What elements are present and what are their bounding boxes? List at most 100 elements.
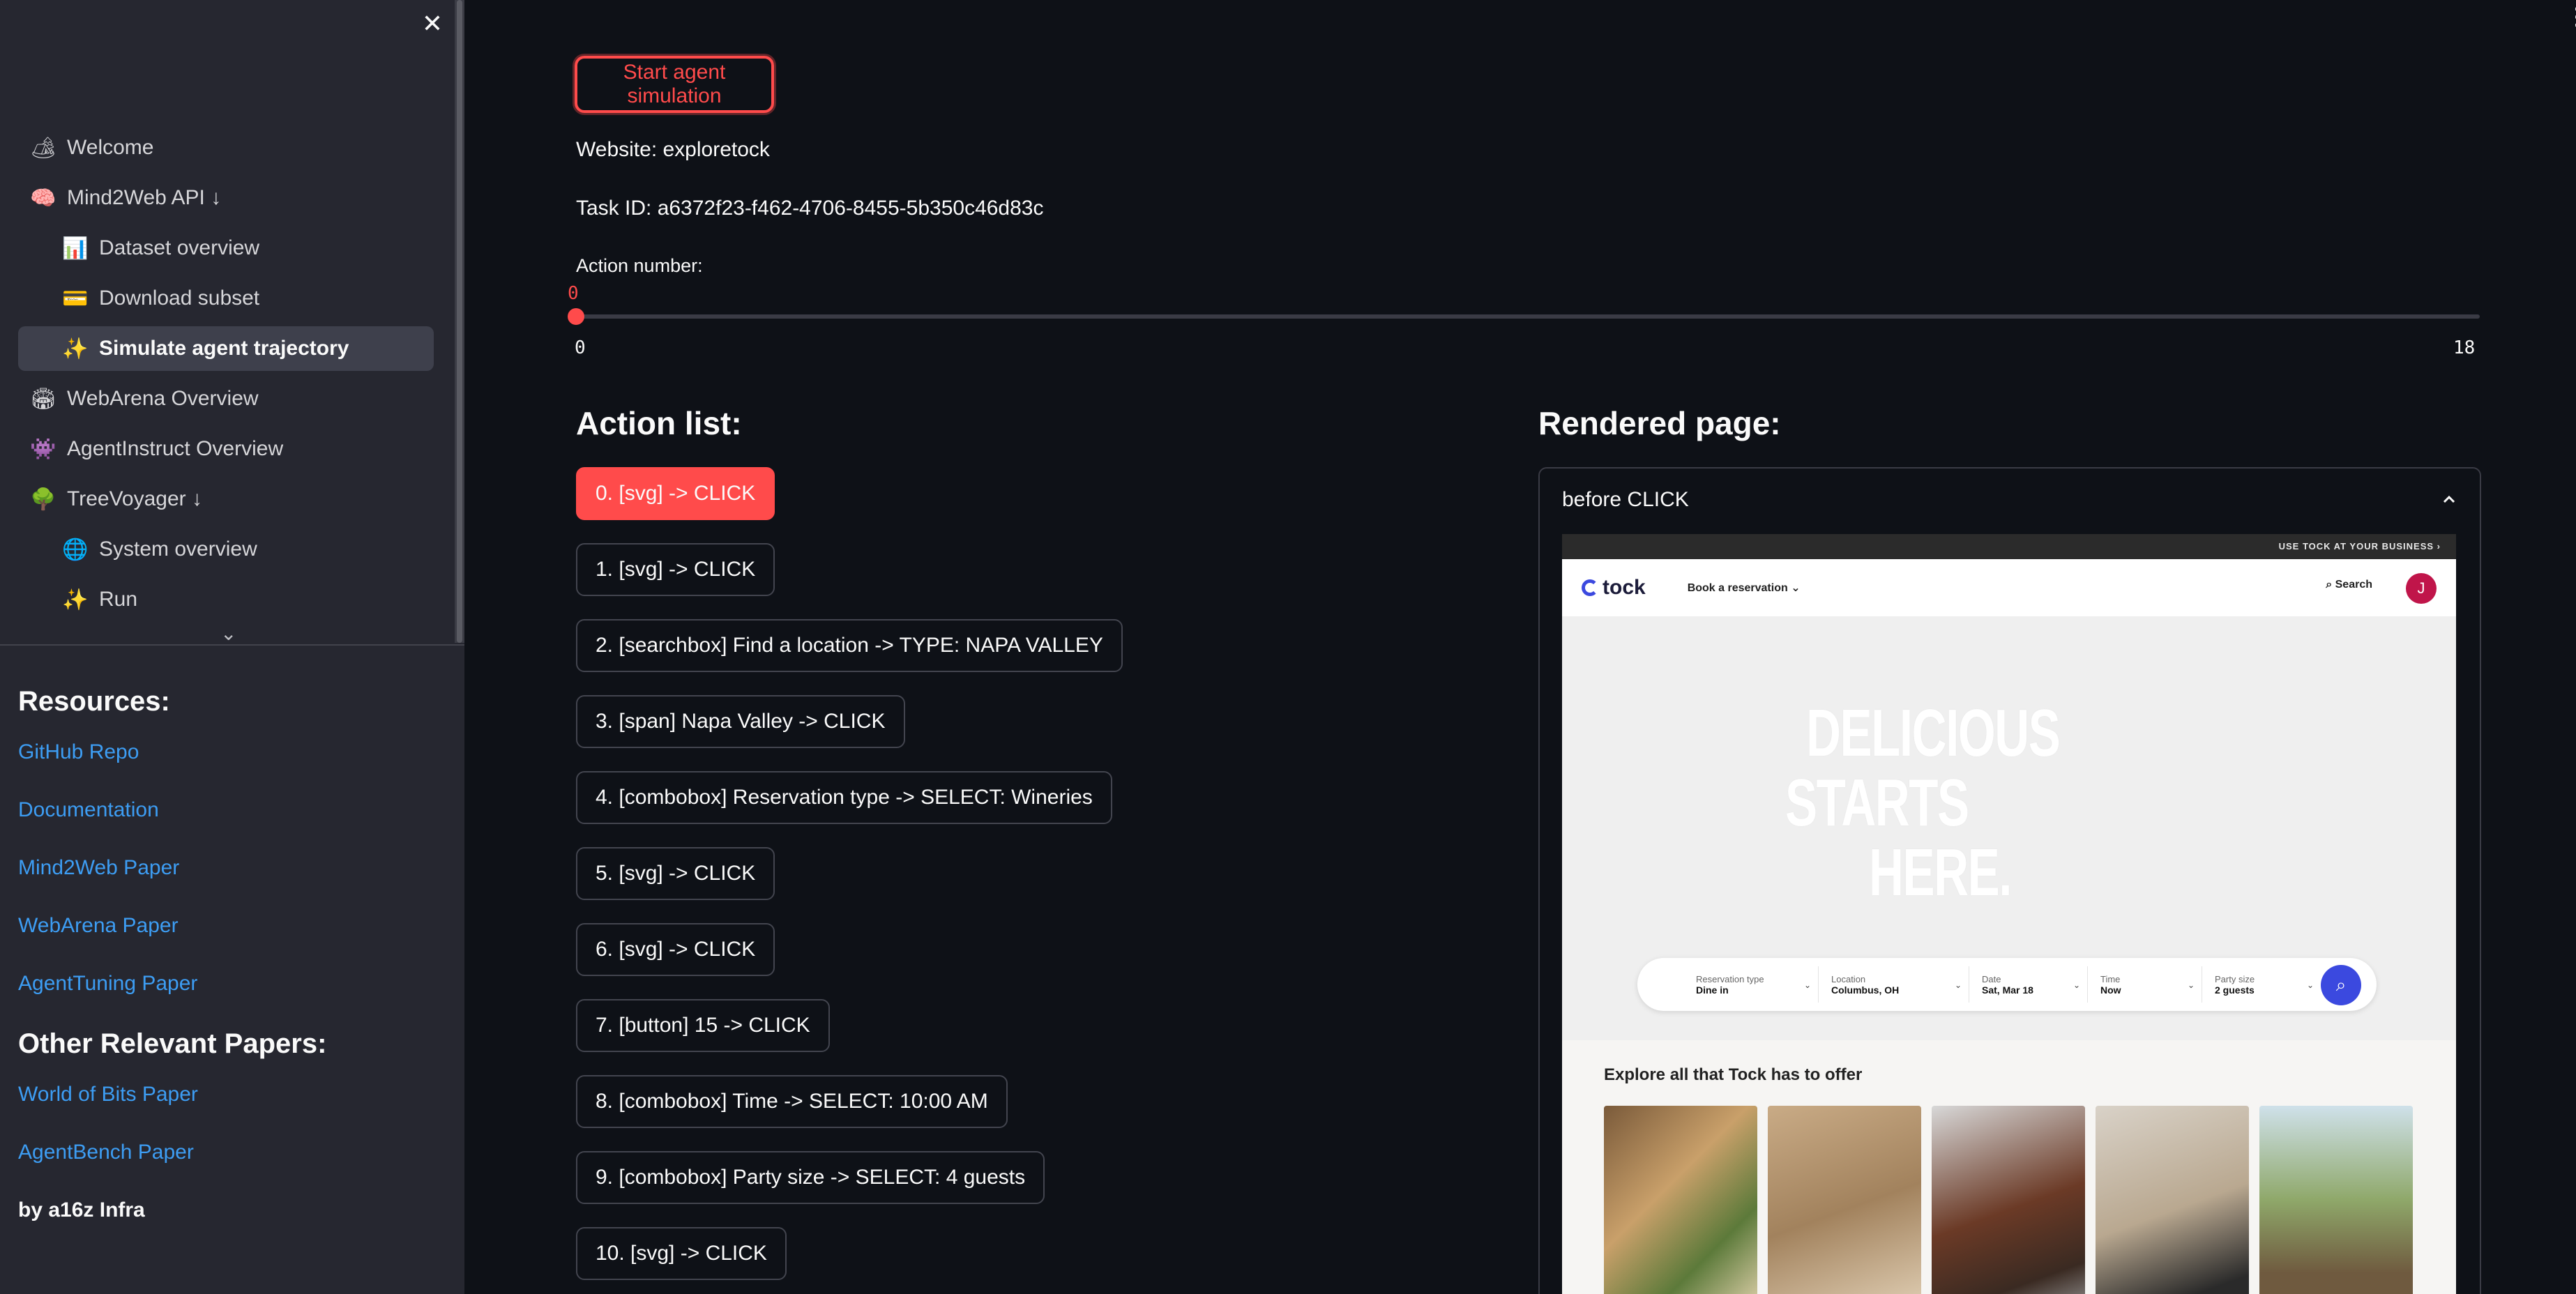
search-icon: ⌕ <box>2321 965 2361 1005</box>
field-label: Location <box>1831 973 1866 984</box>
field-value: 2 guests <box>2215 984 2255 996</box>
sparkles-icon: ✨ <box>62 337 89 360</box>
main-menu-icon[interactable]: ⋮ <box>2565 5 2576 29</box>
nav-item-agentinstruct-overview[interactable]: 👾 AgentInstruct Overview <box>18 427 434 471</box>
field-label: Reservation type <box>1696 973 1764 984</box>
screenshot-search: ⌕ Search <box>2326 579 2372 591</box>
hero-line-2: STARTS <box>1785 766 1969 840</box>
field-value: Now <box>2100 984 2121 996</box>
nav-item-dataset-overview[interactable]: 📊 Dataset overview <box>18 226 434 271</box>
action-button-10[interactable]: 10. [svg] -> CLICK <box>576 1227 787 1280</box>
credit-text: by a16z Infra <box>18 1198 145 1221</box>
nav-label: System overview <box>99 538 257 561</box>
action-button-4[interactable]: 4. [combobox] Reservation type -> SELECT… <box>576 771 1112 824</box>
action-number-label: Action number: <box>576 255 703 276</box>
action-button-5[interactable]: 5. [svg] -> CLICK <box>576 847 775 900</box>
resources-heading: Resources: <box>18 686 170 717</box>
alien-monster-icon: 👾 <box>30 437 56 461</box>
screenshot-hero: DELICIOUS STARTS HERE. Reservation type D… <box>1562 616 2456 1040</box>
expander-header[interactable]: before CLICK <box>1540 469 2480 531</box>
link-mind2web-paper[interactable]: Mind2Web Paper <box>18 856 437 884</box>
sidebar-resources: Resources: GitHub Repo Documentation Min… <box>18 686 437 1226</box>
rendered-page-title: Rendered page: <box>1538 405 1781 441</box>
action-button-1[interactable]: 1. [svg] -> CLICK <box>576 543 775 596</box>
globe-icon: 🌐 <box>62 538 89 561</box>
sidebar-divider <box>0 644 464 646</box>
slider-min: 0 <box>575 337 586 358</box>
nav-item-download-subset[interactable]: 💳 Download subset <box>18 276 434 321</box>
link-documentation[interactable]: Documentation <box>18 798 437 826</box>
start-agent-simulation-button[interactable]: Start agent simulation <box>575 56 774 113</box>
tock-logo: tock <box>1582 576 1646 600</box>
nav-item-simulate-agent-trajectory[interactable]: ✨ Simulate agent trajectory <box>18 326 434 371</box>
nav-item-mind2web-api[interactable]: 🧠 Mind2Web API ↓ <box>18 176 434 220</box>
card-image-sandwich <box>1932 1106 2085 1294</box>
field-value: Columbus, OH <box>1831 984 1900 996</box>
slider-thumb[interactable] <box>568 308 584 325</box>
chevron-up-icon <box>2443 495 2455 503</box>
nav-label: AgentInstruct Overview <box>67 437 284 460</box>
action-button-6[interactable]: 6. [svg] -> CLICK <box>576 923 775 976</box>
action-button-7[interactable]: 7. [button] 15 -> CLICK <box>576 999 830 1052</box>
action-list-title: Action list: <box>576 405 742 441</box>
nav-label: Mind2Web API ↓ <box>67 186 222 209</box>
action-button-3[interactable]: 3. [span] Napa Valley -> CLICK <box>576 695 905 748</box>
close-sidebar-icon[interactable]: ✕ <box>420 11 445 36</box>
link-agentbench-paper[interactable]: AgentBench Paper <box>18 1141 437 1169</box>
field-party-size: Party size 2 guests ⌄ <box>2202 966 2321 1003</box>
expand-nav-chevron-icon[interactable]: ⌄ <box>220 622 236 645</box>
link-agenttuning-paper[interactable]: AgentTuning Paper <box>18 972 437 1000</box>
other-papers-heading: Other Relevant Papers: <box>18 1028 327 1059</box>
expander-label: before CLICK <box>1562 488 1689 511</box>
nav-item-webarena-overview[interactable]: 🏟 WebArena Overview <box>18 376 434 421</box>
field-value: Dine in <box>1696 984 1729 996</box>
app: ✕ 🏕 Welcome 🧠 Mind2Web API ↓ 📊 Dataset over… <box>0 0 2576 1294</box>
nav-label: Dataset overview <box>99 236 260 259</box>
screenshot-search-label: Search <box>2335 579 2372 591</box>
field-label: Date <box>1982 973 2001 984</box>
book-reservation-menu: Book a reservation ⌄ <box>1687 582 1801 594</box>
hero-line-3: HERE. <box>1869 835 2012 910</box>
brain-icon: 🧠 <box>30 186 56 210</box>
chevron-down-icon: ⌄ <box>1954 980 1962 990</box>
field-label: Time <box>2100 973 2121 984</box>
sidebar: ✕ 🏕 Welcome 🧠 Mind2Web API ↓ 📊 Dataset over… <box>0 0 464 1294</box>
hero-line-1: DELICIOUS <box>1806 696 2061 770</box>
link-github-repo[interactable]: GitHub Repo <box>18 740 437 768</box>
card-image-chef <box>2096 1106 2249 1294</box>
link-world-of-bits-paper[interactable]: World of Bits Paper <box>18 1083 437 1111</box>
website-text: Website: exploretock <box>576 138 770 161</box>
nav-item-system-overview[interactable]: 🌐 System overview <box>18 527 434 572</box>
card-image-vineyard <box>2259 1106 2413 1294</box>
field-time: Time Now ⌄ <box>2088 966 2202 1003</box>
sidebar-scroll-thumb[interactable] <box>457 0 462 643</box>
nav-label: Run <box>99 588 138 611</box>
nav-item-welcome[interactable]: 🏕 Welcome <box>18 125 434 170</box>
tock-logo-icon <box>1582 579 1598 596</box>
action-number-slider[interactable] <box>576 314 2480 319</box>
field-reservation-type: Reservation type Dine in ⌄ <box>1654 966 1819 1003</box>
field-value: Sat, Mar 18 <box>1982 984 2033 996</box>
action-button-9[interactable]: 9. [combobox] Party size -> SELECT: 4 gu… <box>576 1151 1045 1204</box>
task-id-text: Task ID: a6372f23-f462-4706-8455-5b350c4… <box>576 197 1044 220</box>
action-button-0[interactable]: 0. [svg] -> CLICK <box>576 467 775 520</box>
tree-icon: 🌳 <box>30 487 56 511</box>
action-button-2[interactable]: 2. [searchbox] Find a location -> TYPE: … <box>576 619 1123 672</box>
nav-item-run[interactable]: ✨ Run <box>18 577 434 622</box>
tock-logo-text: tock <box>1603 576 1646 599</box>
avatar: J <box>2406 573 2437 604</box>
screenshot-navbar: tock Book a reservation ⌄ ⌕ Search J <box>1562 559 2456 616</box>
rendered-page-screenshot: USE TOCK AT YOUR BUSINESS › tock Book a … <box>1562 534 2456 1294</box>
sparkles-icon: ✨ <box>62 588 89 611</box>
nav-item-treevoyager[interactable]: 🌳 TreeVoyager ↓ <box>18 477 434 522</box>
card-image-takeout <box>1768 1106 1921 1294</box>
chevron-down-icon: ⌄ <box>2187 980 2195 990</box>
credit-card-icon: 💳 <box>62 287 89 310</box>
card-image-dinner <box>1604 1106 1757 1294</box>
action-button-8[interactable]: 8. [combobox] Time -> SELECT: 10:00 AM <box>576 1075 1008 1128</box>
link-webarena-paper[interactable]: WebArena Paper <box>18 914 437 942</box>
bar-chart-icon: 📊 <box>62 236 89 260</box>
screenshot-topbar: USE TOCK AT YOUR BUSINESS › <box>1562 534 2456 559</box>
field-date: Date Sat, Mar 18 ⌄ <box>1969 966 2088 1003</box>
slider-current-value: 0 <box>568 283 579 304</box>
